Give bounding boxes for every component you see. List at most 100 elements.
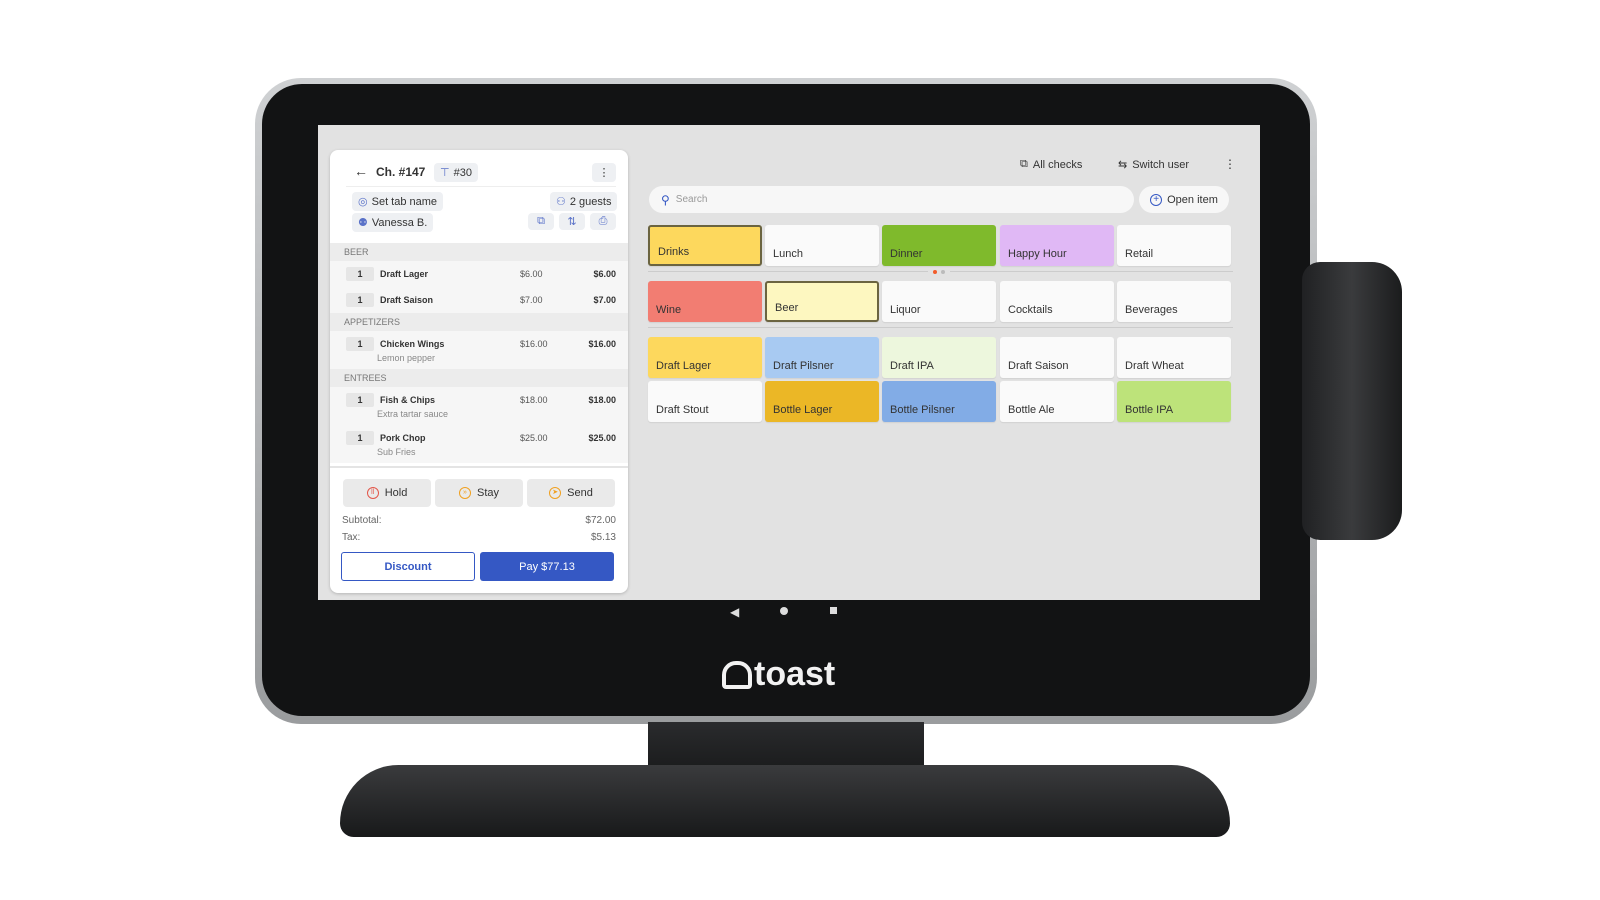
page-dot[interactable] [941, 270, 945, 274]
switch-user-button[interactable]: ⇆ Switch user [1118, 158, 1190, 172]
guests-button[interactable]: ⚇ 2 guests [550, 192, 618, 211]
tile-label: Retail [1125, 248, 1154, 260]
search-input[interactable]: ⚲ Search [649, 186, 1134, 213]
line-total: $16.00 [588, 339, 616, 349]
tile-label: Bottle Ale [1008, 404, 1055, 416]
menu-item-tile[interactable]: Draft Saison [1000, 337, 1114, 378]
more-menu-button[interactable]: ⋮ [592, 163, 616, 182]
table-chip[interactable]: ⊤ #30 [434, 163, 478, 182]
menu-tile[interactable]: Happy Hour [1000, 225, 1114, 266]
line-modifier: Sub Fries [377, 447, 416, 457]
hold-button[interactable]: ll Hold [343, 479, 431, 507]
menu-item-tile[interactable]: Bottle Pilsner [882, 381, 996, 422]
fast-forward-icon: » [458, 487, 471, 499]
send-button[interactable]: ➤ Send [527, 479, 615, 507]
menu-item-tile[interactable]: Draft Wheat [1117, 337, 1231, 378]
divider [346, 186, 616, 187]
tile-label: Draft Pilsner [773, 360, 834, 372]
menu-tile[interactable]: Dinner [882, 225, 996, 266]
tile-label: Lunch [773, 248, 803, 260]
line-total: $25.00 [588, 433, 616, 443]
user-circle-icon: ◎ [358, 196, 368, 208]
line-price: $16.00 [520, 339, 548, 349]
table-icon: ⊤ [440, 167, 450, 179]
send-icon: ➤ [549, 487, 562, 499]
card-reader [1302, 262, 1402, 540]
tile-label: Draft IPA [890, 360, 934, 372]
server-button[interactable]: ⚉ Vanessa B. [352, 213, 434, 232]
server-icon: ⚉ [358, 217, 368, 229]
search-placeholder: Search [675, 194, 708, 205]
menu-item-tile[interactable]: Bottle IPA [1117, 381, 1231, 422]
tile-label: Bottle IPA [1125, 404, 1174, 416]
divider [648, 271, 928, 272]
order-line[interactable]: 1 Draft Lager $6.00 $6.00 [330, 261, 628, 287]
order-line[interactable]: 1 Pork Chop Sub Fries $25.00 $25.00 [330, 425, 628, 463]
check-panel: ← Ch. #147 ⊤ #30 ⋮ ◎ Set tab name ⚇ 2 guest… [330, 150, 628, 593]
swap-icon: ⇆ [1118, 159, 1128, 171]
menu-group-tile[interactable]: Beverages [1117, 281, 1231, 322]
menu-item-tile[interactable]: Draft IPA [882, 337, 996, 378]
order-line[interactable]: 1 Chicken Wings Lemon pepper $16.00 $16.… [330, 331, 628, 369]
order-line[interactable]: 1 Draft Saison $7.00 $7.00 [330, 287, 628, 313]
menu-group-tile[interactable]: Beer [765, 281, 879, 322]
menu-item-tile[interactable]: Draft Stout [648, 381, 762, 422]
tile-label: Bottle Lager [773, 404, 833, 416]
pay-button[interactable]: Pay $77.13 [480, 552, 614, 581]
tile-label: Beverages [1125, 304, 1178, 316]
menu-tile[interactable]: Lunch [765, 225, 879, 266]
tile-label: Wine [656, 304, 682, 316]
line-price: $25.00 [520, 433, 548, 443]
divider [950, 271, 1233, 272]
line-qty: 1 [346, 337, 374, 351]
line-modifier: Lemon pepper [377, 353, 436, 363]
tax-label: Tax: [342, 532, 361, 543]
line-total: $6.00 [593, 269, 616, 279]
device-stand-base [340, 765, 1230, 837]
all-checks-button[interactable]: ⧉ All checks [1020, 158, 1082, 171]
brand-name: toast [754, 655, 836, 693]
menu-item-tile[interactable]: Bottle Lager [765, 381, 879, 422]
menu-item-tile[interactable]: Draft Pilsner [765, 337, 879, 378]
line-name: Draft Saison [380, 295, 434, 305]
menu-item-tile[interactable]: Draft Lager [648, 337, 762, 378]
print-icon[interactable]: ⎙ [590, 213, 616, 230]
switch-user-label: Switch user [1132, 158, 1190, 171]
nav-back-icon[interactable]: ◀ [730, 605, 739, 619]
menu-tile[interactable]: Retail [1117, 225, 1231, 266]
section-header: ENTREES [330, 369, 628, 387]
tile-label: Dinner [890, 248, 923, 260]
divider [330, 466, 628, 468]
nav-home-icon[interactable] [780, 607, 788, 615]
more-options-icon[interactable]: ⋮ [1224, 157, 1236, 171]
menu-group-tile[interactable]: Wine [648, 281, 762, 322]
open-item-button[interactable]: + Open item [1139, 186, 1229, 213]
tile-label: Draft Wheat [1125, 360, 1184, 372]
tile-label: Happy Hour [1008, 248, 1067, 260]
page-dot-active[interactable] [933, 270, 937, 274]
all-checks-label: All checks [1032, 158, 1083, 171]
menu-group-tile[interactable]: Liquor [882, 281, 996, 322]
transfer-icon[interactable]: ⇅ [559, 213, 585, 230]
menu-item-tile[interactable]: Bottle Ale [1000, 381, 1114, 422]
line-qty: 1 [346, 267, 374, 281]
line-price: $6.00 [520, 269, 543, 279]
search-icon: ⚲ [661, 192, 670, 207]
guests-icon: ⚇ [556, 196, 566, 208]
tile-label: Draft Lager [656, 360, 712, 372]
check-title: Ch. #147 [376, 165, 426, 179]
stay-button[interactable]: » Stay [435, 479, 523, 507]
set-tab-name-button[interactable]: ◎ Set tab name [352, 192, 444, 211]
nav-recents-icon[interactable] [830, 607, 837, 614]
open-item-label: Open item [1167, 193, 1218, 206]
menu-tile[interactable]: Drinks [648, 225, 762, 266]
line-qty: 1 [346, 393, 374, 407]
split-check-icon[interactable]: ⧉ [528, 213, 554, 230]
line-name: Pork Chop [380, 433, 426, 443]
checks-icon: ⧉ [1020, 158, 1028, 170]
order-line[interactable]: 1 Fish & Chips Extra tartar sauce $18.00… [330, 387, 628, 425]
back-arrow-icon[interactable]: ← [354, 163, 368, 179]
subtotal-value: $72.00 [585, 515, 616, 526]
menu-group-tile[interactable]: Cocktails [1000, 281, 1114, 322]
discount-button[interactable]: Discount [341, 552, 475, 581]
